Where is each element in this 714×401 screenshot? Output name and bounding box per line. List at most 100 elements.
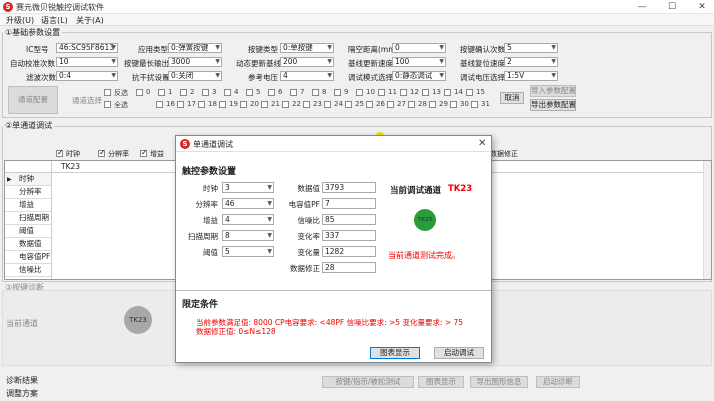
menu-about[interactable]: 关于(A) (76, 15, 104, 26)
filter-select[interactable]: 0:4 ▼ (56, 71, 118, 81)
grid-row-header[interactable]: 增益 (5, 199, 51, 212)
chevron-down-icon: ▼ (111, 58, 116, 65)
dyn-baseline-select[interactable]: 200 ▼ (280, 57, 334, 67)
channel-checkbox-31[interactable] (471, 101, 478, 108)
cancel-button[interactable]: 取消 (500, 92, 524, 104)
channel-checkbox-29[interactable] (429, 101, 436, 108)
anti-jam-select[interactable]: 0:关闭 ▼ (168, 71, 222, 81)
param-value-field[interactable]: 1282 (322, 246, 376, 257)
channel-checkbox-16[interactable] (156, 101, 163, 108)
grid-row-header[interactable]: 分辨率 (5, 186, 51, 199)
channel-label: 28 (418, 100, 427, 108)
key-confirm-select[interactable]: 5 ▼ (504, 43, 558, 53)
start-diagnose-button[interactable]: 启动诊断 (536, 376, 580, 388)
debug-voltage-select[interactable]: 1:5V ▼ (504, 71, 558, 81)
channel-checkbox-6[interactable] (268, 89, 275, 96)
channel-checkbox-4[interactable] (224, 89, 231, 96)
menu-upgrade[interactable]: 升级(U) (6, 15, 34, 26)
param-value-field[interactable]: 28 (322, 262, 376, 273)
channel-checkbox-1[interactable] (158, 89, 165, 96)
gain-checkbox[interactable] (140, 148, 148, 157)
baseline-reset-select[interactable]: 2 ▼ (504, 57, 558, 67)
auto-cal-select[interactable]: 10 ▼ (56, 57, 118, 67)
channel-checkbox-23[interactable] (303, 101, 310, 108)
channel-checkbox-7[interactable] (290, 89, 297, 96)
channel-checkbox-25[interactable] (345, 101, 352, 108)
basic-params-title: ①基础参数设置 (3, 27, 63, 38)
baseline-speed-select[interactable]: 100 ▼ (392, 57, 446, 67)
select-all-checkbox[interactable] (104, 101, 111, 108)
key-test-button[interactable]: 按键/指示/被松测试 (322, 376, 414, 388)
grid-scrollbar[interactable] (703, 161, 711, 279)
channel-label: 4 (234, 88, 239, 96)
channel-checkbox-14[interactable] (444, 89, 451, 96)
grid-row-header[interactable]: 电容值PF (5, 251, 51, 264)
clock-checkbox[interactable] (56, 148, 64, 157)
resolution-checkbox[interactable] (98, 148, 106, 157)
import-config-button[interactable]: 导入参数配置 (530, 85, 576, 97)
app-type-select[interactable]: 0:弹簧按键 ▼ (168, 43, 222, 53)
ic-model-select[interactable]: 46:SC95F8613 ▼ (56, 43, 118, 53)
param-select[interactable]: 46 ▼ (222, 198, 274, 209)
minimize-icon[interactable]: — (632, 1, 652, 13)
channel-checkbox-17[interactable] (177, 101, 184, 108)
channel-checkbox-10[interactable] (356, 89, 363, 96)
channel-label: 23 (313, 100, 322, 108)
channel-checkbox-20[interactable] (240, 101, 247, 108)
dialog-close-icon[interactable]: ✕ (478, 138, 486, 149)
reverse-checkbox[interactable] (104, 89, 111, 96)
channel-checkbox-13[interactable] (422, 89, 429, 96)
grid-row-header[interactable]: 信噪比 (5, 264, 51, 277)
select-all-label: 全选 (114, 101, 128, 109)
channel-checkbox-11[interactable] (378, 89, 385, 96)
param-select[interactable]: 3 ▼ (222, 182, 274, 193)
dialog-start-button[interactable]: 启动调试 (434, 347, 484, 359)
grid-row-header[interactable]: 阈值 (5, 225, 51, 238)
channel-checkbox-5[interactable] (246, 89, 253, 96)
channel-checkbox-2[interactable] (180, 89, 187, 96)
key-type-select[interactable]: 0:单按键 ▼ (280, 43, 334, 53)
channel-checkbox-3[interactable] (202, 89, 209, 96)
channel-label: 2 (190, 88, 195, 96)
dyn-baseline-label: 动态更新基线 (236, 59, 281, 68)
limit-line-2: 数据修正值: 0≤N≤128 (196, 327, 276, 336)
close-icon[interactable]: ✕ (692, 1, 712, 13)
channel-checkbox-15[interactable] (466, 89, 473, 96)
channel-checkbox-8[interactable] (312, 89, 319, 96)
channel-checkbox-26[interactable] (366, 101, 373, 108)
channel-checkbox-30[interactable] (450, 101, 457, 108)
chart-display-button[interactable]: 图表显示 (418, 376, 464, 388)
param-select[interactable]: 8 ▼ (222, 230, 274, 241)
debug-mode-select[interactable]: 0:静态调试 ▼ (392, 71, 446, 81)
gain-check-label: 增益 (150, 150, 164, 158)
row-pointer-icon: ▶ (7, 176, 12, 183)
channel-checkbox-9[interactable] (334, 89, 341, 96)
export-config-button[interactable]: 导出参数配置 (530, 99, 576, 111)
channel-checkbox-0[interactable] (136, 89, 143, 96)
air-distance-select[interactable]: 0 ▼ (392, 43, 446, 53)
channel-checkbox-24[interactable] (324, 101, 331, 108)
param-value-field[interactable]: 337 (322, 230, 376, 241)
dialog-chart-button[interactable]: 图表显示 (370, 347, 420, 359)
grid-row-header[interactable]: 数据值 (5, 238, 51, 251)
channel-checkbox-28[interactable] (408, 101, 415, 108)
channel-checkbox-12[interactable] (400, 89, 407, 96)
param-value-field[interactable]: 85 (322, 214, 376, 225)
export-graph-button[interactable]: 导出图形信息 (470, 376, 528, 388)
grid-row-header[interactable]: 扫描周期 (5, 212, 51, 225)
channel-checkbox-22[interactable] (282, 101, 289, 108)
maximize-icon[interactable]: ☐ (662, 1, 682, 13)
ref-voltage-select[interactable]: 4 ▼ (280, 71, 334, 81)
param-select[interactable]: 4 ▼ (222, 214, 274, 225)
menu-bar: 升级(U) 语言(L) 关于(A) (0, 14, 714, 26)
channel-checkbox-21[interactable] (261, 101, 268, 108)
channel-checkbox-19[interactable] (219, 101, 226, 108)
channel-checkbox-18[interactable] (198, 101, 205, 108)
param-select[interactable]: 5 ▼ (222, 246, 274, 257)
key-max-out-select[interactable]: 3000 ▼ (168, 57, 222, 67)
param-value-field[interactable]: 7 (322, 198, 376, 209)
param-value-field[interactable]: 3793 (322, 182, 376, 193)
channel-checkbox-27[interactable] (387, 101, 394, 108)
menu-language[interactable]: 语言(L) (41, 15, 68, 26)
channel-config-button[interactable]: 通道配置 (8, 86, 58, 114)
